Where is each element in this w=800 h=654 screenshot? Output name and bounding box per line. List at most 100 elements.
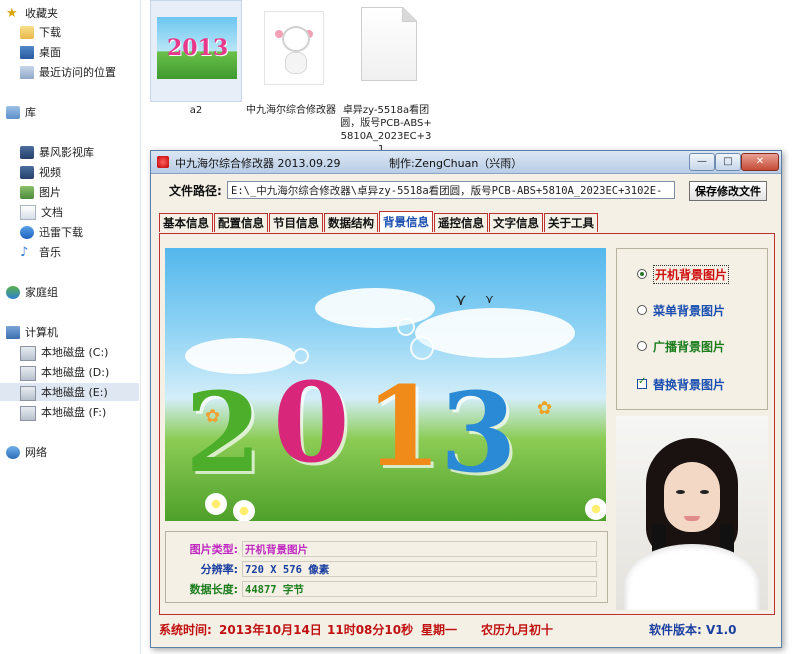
software-version: 软件版本: V1.0 [649, 623, 737, 637]
desktop-icon [20, 45, 34, 59]
file-thumbnail [245, 0, 337, 102]
background-info-panel: ⋎ ⋎ 2 0 1 3 ✿ ✿ 开机背景图片 菜单背景图片 广播背景图片 ✓ 替… [159, 233, 775, 615]
library-icon [6, 105, 20, 119]
flower-icon [233, 500, 255, 521]
sheep-app-icon [264, 11, 324, 85]
file-a2[interactable]: 2013 a2 [150, 0, 242, 117]
data-length-label: 数据长度: [189, 583, 238, 596]
nav-homegroup[interactable]: 家庭组 [6, 283, 145, 301]
digit-1: 1 [365, 362, 442, 491]
close-icon: ✕ [755, 156, 765, 167]
option-replace-background[interactable]: 替换背景图片 [637, 375, 725, 393]
save-modified-file-button[interactable]: 保存修改文件 [689, 181, 767, 201]
info-row-length: 数据长度: 44877 字节 [176, 580, 597, 598]
tab-config-info[interactable]: 配置信息 [214, 213, 268, 232]
image-info-box: 图片类型: 开机背景图片 分辨率: 720 X 576 像素 数据长度: 448… [165, 531, 608, 603]
hard-drive-icon [20, 365, 36, 381]
app-icon [157, 156, 169, 168]
window-title: 中九海尔综合修改器 2013.09.29 [175, 157, 341, 170]
status-bar: 系统时间: 2013年10月14日 11时08分10秒 星期一 农历九月初十 软… [159, 621, 773, 639]
video-library-icon [20, 165, 34, 179]
sheep-body [285, 52, 307, 74]
image-type-value: 开机背景图片 [242, 541, 597, 557]
nav-pictures[interactable]: 图片 [20, 183, 159, 201]
tab-remote-info[interactable]: 遥控信息 [434, 213, 488, 232]
file-label: a2 [189, 105, 203, 116]
info-row-resolution: 分辨率: 720 X 576 像素 [176, 560, 597, 578]
digit-0: 0 [273, 358, 350, 487]
recent-places-icon [20, 65, 34, 79]
system-time: 11时08分10秒 [327, 623, 414, 637]
music-note-icon: ♪ [20, 244, 29, 260]
tab-basic-info[interactable]: 基本信息 [159, 213, 213, 232]
minimize-icon: — [697, 156, 707, 167]
tab-bar: 基本信息 配置信息 节目信息 数据结构 背景信息 遥控信息 文字信息 关于工具 [159, 211, 599, 233]
nav-computer[interactable]: 计算机 [6, 323, 145, 341]
path-input[interactable]: E:\_中九海尔综合修改器\卓异zy-5518a看团圆，版号PCB-ABS+58… [227, 181, 675, 199]
tab-about-tool[interactable]: 关于工具 [544, 213, 598, 232]
storm-video-icon [20, 145, 34, 159]
nav-drive-e[interactable]: 本地磁盘 (E:) [0, 383, 139, 401]
hard-drive-icon [20, 385, 36, 401]
checkbox-checked-icon[interactable] [637, 376, 647, 389]
nav-recent[interactable]: 最近访问的位置 [20, 63, 159, 81]
nav-documents[interactable]: 文档 [20, 203, 159, 221]
minimize-button[interactable]: — [689, 153, 715, 171]
close-button[interactable]: ✕ [741, 153, 779, 171]
tab-program-info[interactable]: 节目信息 [269, 213, 323, 232]
documents-library-icon [20, 204, 36, 220]
file-thumbnail [340, 0, 432, 102]
nav-drive-c[interactable]: 本地磁盘 (C:) [20, 343, 159, 361]
portrait-fur-coat [624, 544, 760, 610]
tab-text-info[interactable]: 文字信息 [489, 213, 543, 232]
file-label: 卓异zy-5518a看团圆，版号PCB-ABS+5810A_2023EC+31.… [340, 105, 432, 155]
nav-video[interactable]: 视频 [20, 163, 159, 181]
nav-music[interactable]: ♪ 音乐 [20, 243, 159, 261]
background-type-group: 开机背景图片 菜单背景图片 广播背景图片 替换背景图片 [616, 248, 768, 410]
window-author: 制作:ZengChuan（兴雨） [389, 157, 523, 170]
modifier-window: 中九海尔综合修改器 2013.09.29 制作:ZengChuan（兴雨） — … [150, 150, 782, 648]
nav-drive-d[interactable]: 本地磁盘 (D:) [20, 363, 159, 381]
image-thumbnail-2013-icon: 2013 [157, 17, 237, 79]
nav-storm-library[interactable]: 暴风影视库 [20, 143, 159, 161]
resolution-label: 分辨率: [200, 563, 238, 576]
tab-background-info[interactable]: 背景信息 [379, 211, 433, 232]
data-length-value: 44877 字节 [242, 581, 597, 597]
radio-unchecked-icon[interactable] [637, 341, 647, 351]
radio-unchecked-icon[interactable] [637, 305, 647, 315]
option-broadcast-background[interactable]: 广播背景图片 [637, 337, 725, 355]
portrait-eye [700, 490, 709, 494]
radio-checked-icon[interactable] [637, 269, 647, 279]
bubble [397, 318, 415, 336]
network-icon [6, 445, 20, 459]
title-bar[interactable]: 中九海尔综合修改器 2013.09.29 制作:ZengChuan（兴雨） — … [151, 151, 781, 174]
info-row-type: 图片类型: 开机背景图片 [176, 540, 597, 558]
nav-drive-f[interactable]: 本地磁盘 (F:) [20, 403, 159, 421]
pictures-library-icon [20, 185, 34, 199]
sheep-head [282, 26, 310, 52]
nav-thunder[interactable]: 迅雷下载 [20, 223, 159, 241]
nav-desktop[interactable]: 桌面 [20, 43, 159, 61]
homegroup-icon [6, 285, 20, 299]
image-type-label: 图片类型: [189, 543, 238, 556]
nav-downloads[interactable]: 下载 [20, 23, 159, 41]
nav-library[interactable]: 库 [6, 103, 145, 121]
option-menu-background[interactable]: 菜单背景图片 [637, 301, 725, 319]
bubble [410, 336, 434, 360]
system-time-label: 系统时间: [159, 623, 212, 637]
nav-favorites[interactable]: ★ 收藏夹 [6, 4, 145, 22]
hard-drive-icon [20, 405, 36, 421]
system-date: 2013年10月14日 [219, 623, 322, 637]
star-icon: ★ [6, 5, 18, 21]
maximize-button[interactable]: □ [715, 153, 741, 171]
file-modifier-app[interactable]: 中九海尔综合修改器 [245, 0, 337, 117]
flower-icon [205, 493, 227, 515]
option-label: 开机背景图片 [653, 264, 730, 284]
tab-data-structure[interactable]: 数据结构 [324, 213, 378, 232]
lunar-date: 农历九月初十 [481, 623, 554, 637]
option-boot-background[interactable]: 开机背景图片 [637, 264, 730, 284]
digit-3: 3 [440, 368, 517, 497]
cloud [415, 308, 575, 358]
file-firmware[interactable]: 卓异zy-5518a看团圆，版号PCB-ABS+5810A_2023EC+31.… [340, 0, 432, 156]
nav-network[interactable]: 网络 [6, 443, 145, 461]
